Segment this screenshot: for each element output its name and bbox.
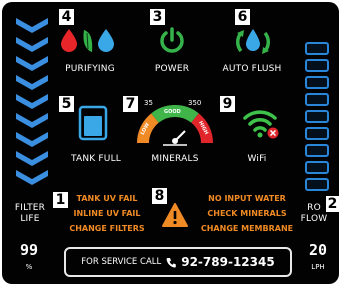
filter-life-chevron [16, 94, 48, 109]
ro-flow-bar [305, 93, 329, 106]
service-call-text: FOR SERVICE CALL [81, 257, 162, 267]
minerals-label: MINERALS [151, 154, 199, 164]
auto-flush-label: AUTO FLUSH [222, 64, 282, 74]
power-label: POWER [154, 64, 190, 74]
purifying-label: PURIFYING [65, 64, 115, 74]
ro-flow-bar [305, 127, 329, 140]
minerals-zone-good: GOOD [164, 109, 181, 115]
filter-life-label-line2: LIFE [20, 214, 40, 224]
phone-icon [166, 257, 177, 268]
tank-full-label: TANK FULL [70, 154, 122, 164]
ro-flow-value: 20 [308, 241, 328, 259]
tank-icon [78, 105, 108, 141]
warning-icon [162, 203, 188, 227]
filter-life-chevron [16, 75, 48, 90]
warnings-left: TANK UV FAIL INLINE UV FAIL CHANGE FILTE… [65, 191, 149, 236]
callout-number: 6 [235, 9, 250, 25]
warning-change-membrane: CHANGE MEMBRANE [200, 224, 294, 233]
warning-inline-uv-fail: INLINE UV FAIL [73, 209, 141, 218]
auto-flush-icon [236, 29, 270, 54]
ro-flow-unit: LPH [311, 263, 325, 271]
callout-number: 3 [150, 9, 165, 25]
ro-flow-bar [305, 144, 329, 157]
filter-life-label: FILTER LIFE [8, 203, 52, 225]
wifi-icon [243, 110, 279, 139]
service-call-bar: FOR SERVICE CALL 92-789-12345 [64, 247, 292, 277]
ro-flow-bar [305, 178, 329, 191]
filter-life-chevron [16, 113, 48, 128]
ro-flow-label-line2: FLOW [300, 214, 328, 224]
filter-life-unit: % [25, 263, 33, 271]
filter-life-label-line1: FILTER [14, 203, 46, 213]
ro-flow-bar [305, 42, 329, 55]
callout-number: 5 [59, 96, 74, 112]
callout-number: 4 [59, 9, 74, 25]
warning-tank-uv-fail: TANK UV FAIL [76, 194, 138, 203]
callout-number: 7 [123, 96, 138, 112]
ro-flow-bar [305, 161, 329, 174]
ro-control-panel: 4 PURIFYING 3 POWER 6 AUTO FLUSH 5 TANK … [2, 2, 339, 284]
warning-change-filters: CHANGE FILTERS [69, 224, 145, 233]
filter-life-chevron [16, 56, 48, 71]
power-icon [160, 27, 184, 53]
ro-flow-bar [305, 76, 329, 89]
filter-life-chevron [16, 170, 48, 185]
warnings-right: NO INPUT WATER CHECK MINERALS CHANGE MEM… [199, 191, 295, 236]
callout-number: 9 [220, 96, 235, 112]
warning-check-minerals: CHECK MINERALS [207, 209, 287, 218]
filter-life-chevron [16, 18, 48, 33]
filter-life-chevron [16, 37, 48, 52]
wifi-label: WiFi [247, 154, 267, 164]
callout-number: 2 [326, 196, 339, 212]
ro-flow-gauge [305, 42, 331, 195]
filter-life-chevron [16, 132, 48, 147]
service-phone-number: 92-789-12345 [181, 255, 275, 269]
ro-flow-bar [305, 110, 329, 123]
filter-life-value: 99 [19, 241, 39, 259]
filter-life-chevron [16, 151, 48, 166]
warning-no-input-water: NO INPUT WATER [208, 194, 286, 203]
purifying-drops-icon [61, 29, 114, 52]
filter-life-gauge [14, 16, 50, 187]
ro-flow-bar [305, 59, 329, 72]
